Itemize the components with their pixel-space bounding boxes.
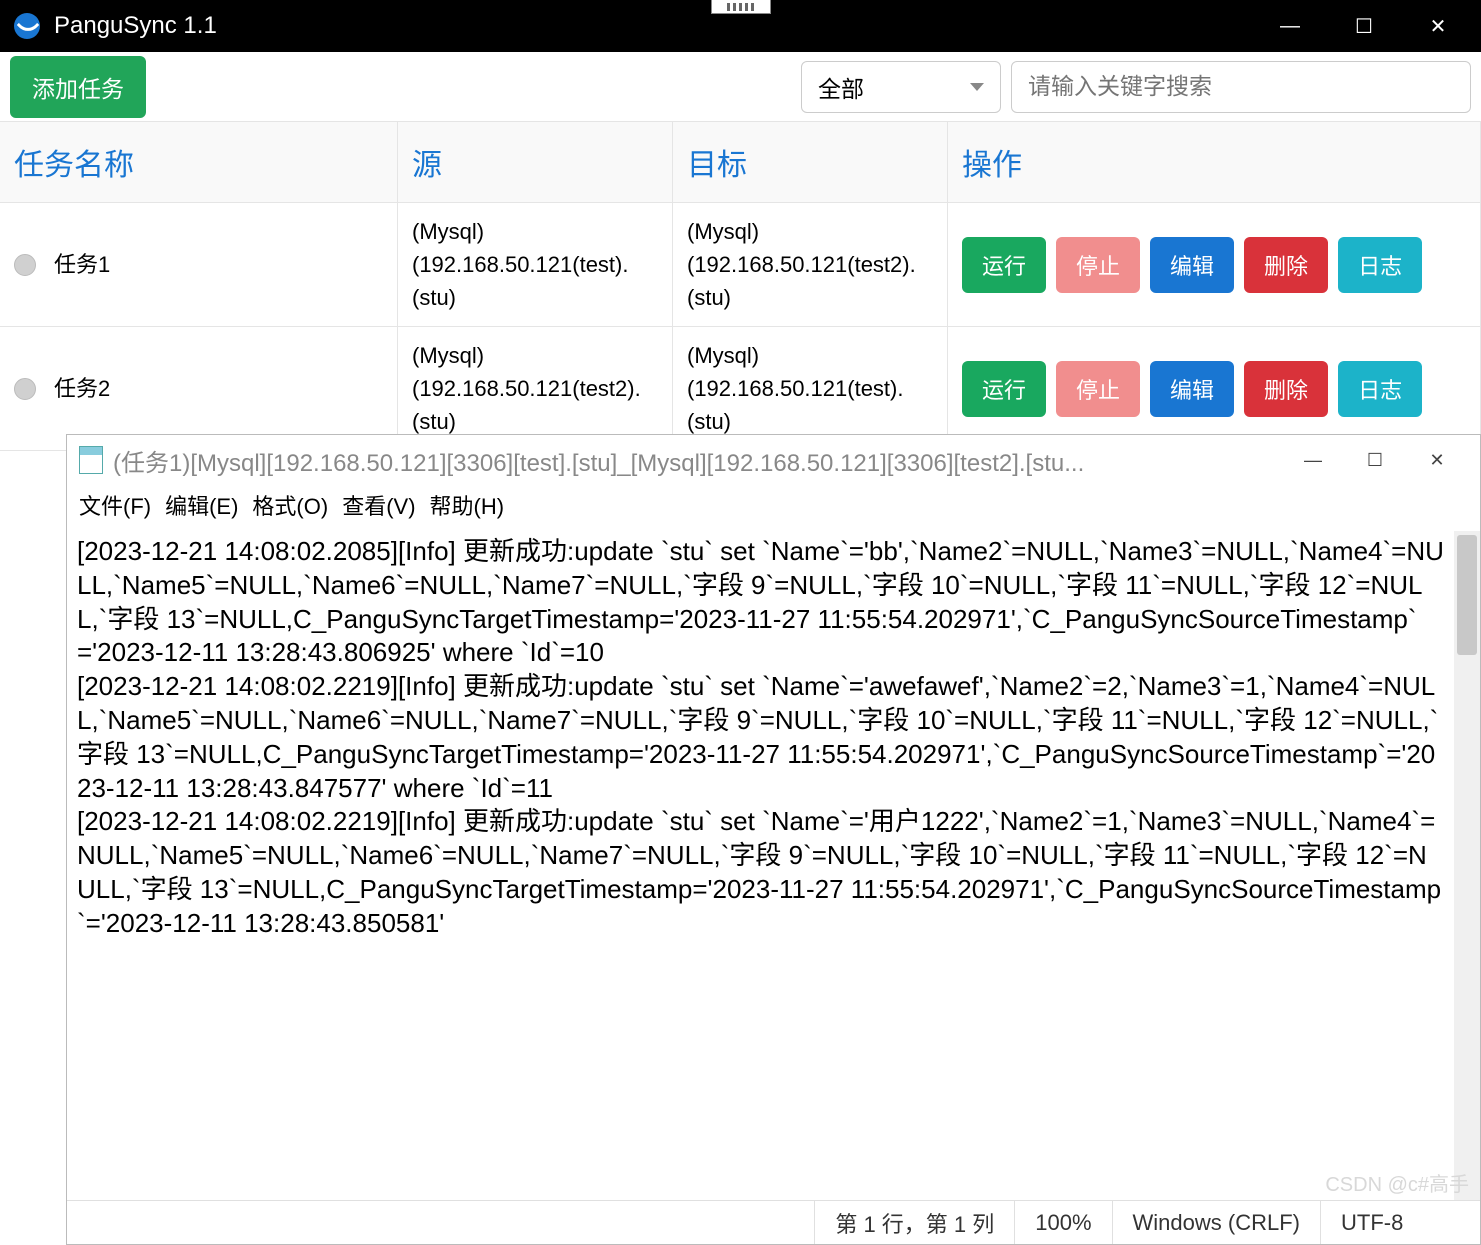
edit-button[interactable]: 编辑 bbox=[1150, 361, 1234, 417]
delete-button[interactable]: 删除 bbox=[1244, 237, 1328, 293]
task-actions-cell: 运行 停止 编辑 删除 日志 bbox=[948, 327, 1481, 450]
toolbar: 添加任务 全部 bbox=[0, 52, 1481, 122]
menu-edit[interactable]: 编辑(E) bbox=[165, 489, 238, 521]
watermark: CSDN @c#高手 bbox=[1325, 1168, 1469, 1197]
task-target-cell: (Mysql)(192.168.50.121(test).(stu) bbox=[673, 327, 948, 450]
col-name-header: 任务名称 bbox=[0, 122, 398, 202]
chevron-down-icon bbox=[970, 83, 984, 91]
table-row: 任务2 (Mysql)(192.168.50.121(test2).(stu) … bbox=[0, 327, 1481, 451]
filter-selected-label: 全部 bbox=[818, 70, 864, 104]
np-minimize-button[interactable]: — bbox=[1282, 435, 1344, 485]
log-button[interactable]: 日志 bbox=[1338, 361, 1422, 417]
titlebar: PanguSync 1.1 — ☐ ✕ bbox=[0, 0, 1481, 52]
menu-format[interactable]: 格式(O) bbox=[252, 489, 328, 521]
status-dot-icon bbox=[14, 378, 36, 400]
status-encoding: UTF-8 bbox=[1320, 1201, 1480, 1244]
log-button[interactable]: 日志 bbox=[1338, 237, 1422, 293]
edit-button[interactable]: 编辑 bbox=[1150, 237, 1234, 293]
status-dot-icon bbox=[14, 254, 36, 276]
task-name-cell: 任务2 bbox=[0, 327, 398, 450]
status-zoom: 100% bbox=[1014, 1201, 1111, 1244]
col-actions-header: 操作 bbox=[948, 122, 1481, 202]
titlebar-drag-tab[interactable] bbox=[711, 0, 771, 14]
filter-select[interactable]: 全部 bbox=[801, 61, 1001, 113]
notepad-title: (任务1)[Mysql][192.168.50.121][3306][test]… bbox=[113, 443, 1282, 478]
menu-view[interactable]: 查看(V) bbox=[342, 489, 415, 521]
add-task-button[interactable]: 添加任务 bbox=[10, 56, 146, 118]
close-button[interactable]: ✕ bbox=[1401, 0, 1475, 52]
task-name-cell: 任务1 bbox=[0, 203, 398, 326]
notepad-menu: 文件(F) 编辑(E) 格式(O) 查看(V) 帮助(H) bbox=[67, 485, 1480, 531]
task-actions-cell: 运行 停止 编辑 删除 日志 bbox=[948, 203, 1481, 326]
task-source-cell: (Mysql)(192.168.50.121(test).(stu) bbox=[398, 203, 673, 326]
col-source-header: 源 bbox=[398, 122, 673, 202]
search-input[interactable] bbox=[1011, 61, 1471, 113]
task-source-cell: (Mysql)(192.168.50.121(test2).(stu) bbox=[398, 327, 673, 450]
task-name-label: 任务2 bbox=[54, 372, 110, 405]
maximize-button[interactable]: ☐ bbox=[1327, 0, 1401, 52]
table-header: 任务名称 源 目标 操作 bbox=[0, 122, 1481, 203]
notepad-titlebar: (任务1)[Mysql][192.168.50.121][3306][test]… bbox=[67, 435, 1480, 485]
stop-button[interactable]: 停止 bbox=[1056, 361, 1140, 417]
notepad-icon bbox=[79, 446, 103, 474]
notepad-window: (任务1)[Mysql][192.168.50.121][3306][test]… bbox=[66, 434, 1481, 1245]
status-eol: Windows (CRLF) bbox=[1112, 1201, 1320, 1244]
menu-help[interactable]: 帮助(H) bbox=[430, 489, 505, 521]
stop-button[interactable]: 停止 bbox=[1056, 237, 1140, 293]
task-name-label: 任务1 bbox=[54, 248, 110, 281]
run-button[interactable]: 运行 bbox=[962, 361, 1046, 417]
col-target-header: 目标 bbox=[673, 122, 948, 202]
menu-file[interactable]: 文件(F) bbox=[79, 489, 151, 521]
status-position: 第 1 行，第 1 列 bbox=[814, 1201, 1014, 1244]
delete-button[interactable]: 删除 bbox=[1244, 361, 1328, 417]
task-target-cell: (Mysql)(192.168.50.121(test2).(stu) bbox=[673, 203, 948, 326]
notepad-text[interactable]: [2023-12-21 14:08:02.2085][Info] 更新成功:up… bbox=[67, 531, 1454, 1200]
minimize-button[interactable]: — bbox=[1253, 0, 1327, 52]
window-title: PanguSync 1.1 bbox=[54, 12, 217, 40]
run-button[interactable]: 运行 bbox=[962, 237, 1046, 293]
notepad-statusbar: 第 1 行，第 1 列 100% Windows (CRLF) UTF-8 bbox=[67, 1200, 1480, 1244]
app-icon bbox=[14, 13, 40, 39]
table-row: 任务1 (Mysql)(192.168.50.121(test).(stu) (… bbox=[0, 203, 1481, 327]
np-maximize-button[interactable]: ☐ bbox=[1344, 435, 1406, 485]
scrollbar[interactable] bbox=[1454, 531, 1480, 1200]
scrollbar-thumb[interactable] bbox=[1457, 535, 1477, 655]
np-close-button[interactable]: ✕ bbox=[1406, 435, 1468, 485]
